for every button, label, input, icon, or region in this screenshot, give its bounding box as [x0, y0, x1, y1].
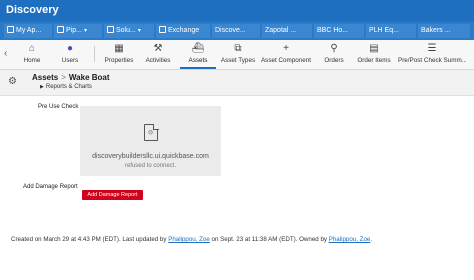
order-items-icon: ▤: [369, 43, 379, 54]
app-tab-discovery[interactable]: Discove...: [212, 24, 260, 38]
add-damage-report-label: Add Damage Report: [23, 184, 78, 190]
activities-icon: ⚒: [153, 43, 163, 54]
scroll-left-icon[interactable]: ‹: [4, 48, 7, 59]
nav-item-activities[interactable]: ⚒ Activities: [142, 42, 174, 69]
owner-link[interactable]: Phalippou, Zoe: [329, 236, 371, 243]
nav-item-order-items[interactable]: ▤ Order Items: [356, 42, 392, 69]
app-brand[interactable]: Discovery: [6, 4, 59, 16]
grid-icon: [7, 26, 14, 33]
embedded-frame: ☹ discoverybuildersllc.ui.quickbase.com …: [80, 106, 221, 176]
reports-charts-link[interactable]: ▶ Reports & Charts: [40, 84, 92, 90]
breadcrumb: Assets > Wake Boat: [32, 73, 110, 82]
nav-item-assets[interactable]: ⛴ Assets: [180, 42, 216, 69]
app-tab-solu[interactable]: Solu... ▾: [104, 24, 154, 38]
app-tab-my-apps[interactable]: My Ap...: [4, 24, 52, 38]
broken-document-icon: ☹: [144, 123, 159, 141]
building-icon: ▦: [114, 43, 124, 54]
exchange-icon: [159, 26, 166, 33]
users-icon: ●: [66, 43, 74, 54]
app-tab-plh[interactable]: PLH Eq...: [366, 24, 416, 38]
app-icon: [57, 26, 64, 33]
asset-types-icon: ⧉: [234, 43, 242, 54]
nav-item-asset-types[interactable]: ⧉ Asset Types: [220, 42, 256, 69]
app-tab-zapotal[interactable]: Zapotal ...: [262, 24, 312, 38]
nav-divider: [94, 46, 95, 62]
app-tab-bakers[interactable]: Bakers ...: [418, 24, 470, 38]
page-header: ⚙ Assets > Wake Boat ▶ Reports & Charts: [0, 70, 474, 96]
nav-item-home[interactable]: ⌂ Home: [18, 42, 46, 69]
chevron-down-icon: ▾: [137, 28, 141, 34]
pre-use-check-label: Pre Use Check: [38, 104, 79, 110]
boat-icon: ⛴: [191, 43, 205, 54]
gear-icon[interactable]: ⚙: [8, 76, 17, 87]
breadcrumb-separator: >: [61, 73, 66, 82]
app-tab-pip[interactable]: Pip... ▾: [54, 24, 102, 38]
caret-right-icon: ▶: [40, 84, 44, 90]
chevron-down-icon: ▾: [83, 28, 87, 34]
app-tab-bbc[interactable]: BBC Ho...: [314, 24, 364, 38]
tag-icon: ⚲: [330, 43, 338, 54]
updated-by-link[interactable]: Phalippou, Zoe: [168, 236, 210, 243]
nav-item-asset-component[interactable]: + Asset Component: [260, 42, 312, 69]
embed-host: discoverybuildersllc.ui.quickbase.com: [92, 153, 209, 160]
page-title: Wake Boat: [68, 73, 110, 82]
checklist-icon: ☰: [427, 43, 437, 54]
nav-item-pre-post-check[interactable]: ☰ Pre/Post Check Summ...: [398, 42, 466, 69]
table-nav-bar: ‹ ⌂ Home ● Users ▦ Properties ⚒ Activiti…: [0, 40, 474, 70]
app-icon: [107, 26, 114, 33]
breadcrumb-assets[interactable]: Assets: [32, 73, 58, 82]
home-icon: ⌂: [28, 43, 36, 54]
record-footer: Created on March 29 at 4:43 PM (EDT). La…: [11, 236, 373, 243]
nav-item-users[interactable]: ● Users: [56, 42, 84, 69]
top-bar: Discovery: [0, 0, 474, 22]
add-damage-report-button[interactable]: Add Damage Report: [82, 190, 143, 200]
plus-icon: +: [283, 43, 289, 54]
apps-bar: My Ap... Pip... ▾ Solu... ▾ Exchange Disco…: [0, 22, 474, 40]
nav-item-orders[interactable]: ⚲ Orders: [320, 42, 348, 69]
embed-error-message: refused to connect.: [124, 163, 177, 169]
nav-item-properties[interactable]: ▦ Properties: [101, 42, 137, 69]
app-tab-exchange[interactable]: Exchange: [156, 24, 210, 38]
